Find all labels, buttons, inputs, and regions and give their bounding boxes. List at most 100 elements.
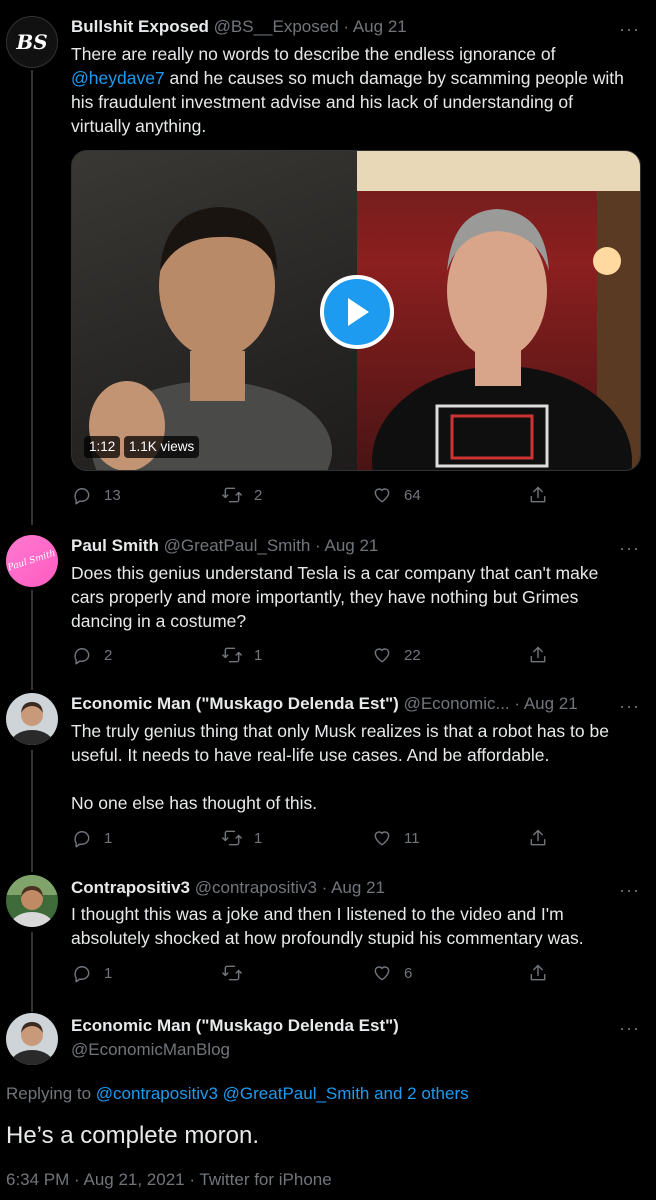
share-button[interactable] [528, 645, 548, 665]
reply-icon [74, 831, 90, 848]
like-count: 22 [404, 646, 421, 664]
reply-icon [74, 648, 90, 665]
like-icon [374, 831, 390, 846]
like-count: 64 [404, 486, 421, 504]
author-handle[interactable]: @Economic... [404, 694, 510, 713]
like-icon [374, 648, 390, 663]
retweet-button[interactable]: 1 [222, 645, 262, 665]
tweet-actions: 13 2 64 [72, 485, 552, 509]
tweet-date[interactable]: Aug 21 [524, 694, 578, 713]
retweet-icon [222, 487, 242, 503]
reply-button[interactable]: 2 [72, 645, 112, 665]
more-icon[interactable]: ··· [619, 539, 640, 557]
meta-separator: · [509, 694, 524, 713]
replying-to: Replying to @contrapositiv3 @GreatPaul_S… [6, 1084, 469, 1104]
retweet-button[interactable] [222, 963, 254, 983]
share-button[interactable] [528, 828, 548, 848]
reply-count: 1 [104, 964, 113, 982]
reply-icon [74, 966, 90, 983]
meta-separator: · [310, 536, 325, 555]
retweet-count: 1 [254, 829, 263, 847]
share-icon [530, 829, 546, 846]
author-name[interactable]: Paul Smith [71, 536, 159, 555]
like-icon [374, 488, 390, 503]
like-button[interactable]: 11 [372, 828, 420, 848]
main-tweet-text: He’s a complete moron. [6, 1122, 260, 1149]
video-frame-left [72, 151, 357, 470]
replying-label: Replying to [6, 1084, 92, 1103]
like-button[interactable]: 64 [372, 485, 421, 505]
tweet-actions: 1 1 11 [72, 828, 552, 852]
tweet-date[interactable]: Aug 21 [353, 17, 407, 36]
tweet-text: There are really no words to describe th… [71, 42, 636, 138]
avatar[interactable] [6, 693, 58, 745]
person-illustration [357, 151, 640, 470]
tweet[interactable]: Paul Smith Paul Smith @GreatPaul_Smith ·… [0, 525, 656, 687]
retweet-icon [222, 830, 242, 846]
play-icon [348, 298, 369, 326]
avatar[interactable]: BS [6, 16, 58, 68]
author-handle[interactable]: @contrapositiv3 [195, 878, 317, 897]
share-icon [530, 646, 546, 663]
author-handle[interactable]: @BS__Exposed [214, 17, 339, 36]
author-handle[interactable]: @GreatPaul_Smith [164, 536, 311, 555]
reply-icon [74, 488, 90, 505]
reply-count: 2 [104, 646, 113, 664]
author-name[interactable]: Economic Man ("Muskago Delenda Est") [71, 694, 399, 713]
tweet-text: Does this genius understand Tesla is a c… [71, 563, 599, 631]
author-name[interactable]: Economic Man ("Muskago Delenda Est") [71, 1016, 399, 1035]
author-name[interactable]: Bullshit Exposed [71, 17, 209, 36]
more-icon[interactable]: ··· [619, 881, 640, 899]
tweet-timestamp: 6:34 PM · Aug 21, 2021 · Twitter for iPh… [6, 1170, 332, 1189]
avatar[interactable] [6, 875, 58, 927]
like-icon [374, 966, 390, 981]
video-duration: 1:12 [84, 436, 121, 458]
video-frame-right [357, 151, 640, 470]
avatar-photo [10, 702, 54, 745]
tweet[interactable]: Economic Man ("Muskago Delenda Est") @Ec… [0, 687, 656, 869]
person-illustration [89, 207, 332, 470]
share-icon [530, 964, 546, 981]
retweet-icon [222, 965, 242, 981]
mention-link[interactable]: @heydave7 [71, 68, 165, 88]
avatar[interactable] [6, 1013, 58, 1065]
retweet-button[interactable]: 2 [222, 485, 262, 505]
tweet-text-part: There are really no words to describe th… [71, 44, 556, 64]
reply-count: 1 [104, 829, 113, 847]
share-button[interactable] [528, 485, 548, 505]
author-handle-row: @EconomicManBlog [71, 1039, 636, 1061]
tweet-actions: 2 1 22 [72, 645, 552, 669]
replying-to-links[interactable]: @contrapositiv3 @GreatPaul_Smith and 2 o… [96, 1084, 469, 1103]
tweet-header: Economic Man ("Muskago Delenda Est") @Ec… [71, 693, 616, 715]
avatar-photo [10, 1022, 54, 1065]
video-views: 1.1K views [124, 436, 200, 458]
avatar-photo [6, 875, 58, 927]
avatar-logo-text: Paul Smith [6, 548, 58, 574]
tweet[interactable]: BS Bullshit Exposed @BS__Exposed · Aug 2… [0, 0, 656, 525]
share-icon [530, 486, 546, 503]
author-name[interactable]: Contrapositiv3 [71, 878, 190, 897]
tweet-date[interactable]: Aug 21 [324, 536, 378, 555]
retweet-count: 2 [254, 486, 263, 504]
avatar[interactable]: Paul Smith [6, 535, 58, 587]
tweet-date[interactable]: Aug 21 [331, 878, 385, 897]
play-button[interactable] [320, 275, 394, 349]
tweet[interactable]: Contrapositiv3 @contrapositiv3 · Aug 21 … [0, 869, 656, 1009]
like-button[interactable]: 22 [372, 645, 421, 665]
tweet-header: Paul Smith @GreatPaul_Smith · Aug 21 [71, 535, 636, 557]
reply-button[interactable]: 1 [72, 828, 112, 848]
more-icon[interactable]: ··· [619, 697, 640, 715]
avatar-logo-text: BS [16, 30, 48, 54]
tweet-header: Contrapositiv3 @contrapositiv3 · Aug 21 [71, 877, 636, 899]
more-icon[interactable]: ··· [619, 1019, 640, 1037]
reply-button[interactable]: 13 [72, 485, 121, 505]
retweet-icon [222, 647, 242, 663]
author-handle[interactable]: @EconomicManBlog [71, 1040, 230, 1059]
retweet-button[interactable]: 1 [222, 828, 262, 848]
more-icon[interactable]: ··· [619, 20, 640, 38]
share-button[interactable] [528, 963, 548, 983]
video-player[interactable]: 1:12 1.1K views [71, 150, 641, 471]
meta-separator: · [338, 17, 353, 36]
reply-button[interactable]: 1 [72, 963, 112, 983]
like-button[interactable]: 6 [372, 963, 412, 983]
